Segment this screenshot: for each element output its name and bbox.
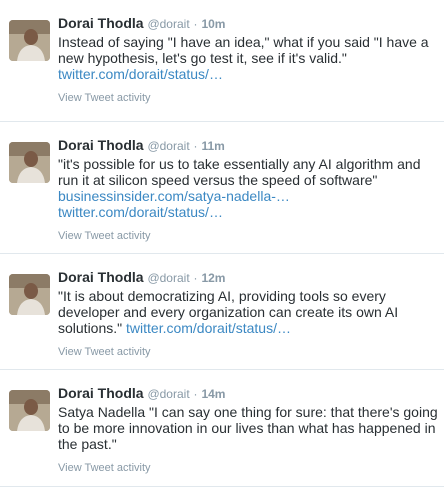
tweet-text: Instead of saying "I have an idea," what… <box>58 34 438 82</box>
author-name[interactable]: Dorai Thodla <box>58 137 144 153</box>
author-name[interactable]: Dorai Thodla <box>58 269 144 285</box>
avatar[interactable] <box>9 20 50 61</box>
author-name[interactable]: Dorai Thodla <box>58 385 144 401</box>
author-handle[interactable]: @dorait <box>147 387 189 401</box>
tweet-text-content: "it's possible for us to take essentiall… <box>58 156 421 188</box>
tweet-link[interactable]: twitter.com/dorait/status/… <box>126 320 291 336</box>
view-tweet-activity-link[interactable]: View Tweet activity <box>58 230 438 242</box>
tweet-link[interactable]: twitter.com/dorait/status/… <box>58 66 223 82</box>
tweet-item[interactable]: Dorai Thodla @dorait · 14m Satya Nadella… <box>0 370 444 487</box>
view-tweet-activity-link[interactable]: View Tweet activity <box>58 346 438 358</box>
tweet-timestamp[interactable]: 10m <box>201 17 225 31</box>
tweet-timestamp[interactable]: 11m <box>201 139 224 153</box>
view-tweet-activity-link[interactable]: View Tweet activity <box>58 92 438 104</box>
tweet-text-content: Satya Nadella "I can say one thing for s… <box>58 404 438 452</box>
separator-dot: · <box>193 271 198 285</box>
tweet-item[interactable]: Dorai Thodla @dorait · 11m "it's possibl… <box>0 122 444 254</box>
tweet-timestamp[interactable]: 12m <box>201 271 225 285</box>
tweet-feed: Dorai Thodla @dorait · 10m Instead of sa… <box>0 0 444 487</box>
author-name[interactable]: Dorai Thodla <box>58 15 144 31</box>
view-tweet-activity-link[interactable]: View Tweet activity <box>58 462 438 474</box>
tweet-text-content: Instead of saying "I have an idea," what… <box>58 34 429 66</box>
tweet-text: "it's possible for us to take essentiall… <box>58 156 438 220</box>
avatar[interactable] <box>9 390 50 431</box>
tweet-item[interactable]: Dorai Thodla @dorait · 12m "It is about … <box>0 254 444 370</box>
avatar[interactable] <box>9 274 50 315</box>
author-handle[interactable]: @dorait <box>147 139 189 153</box>
tweet-timestamp[interactable]: 14m <box>201 387 225 401</box>
avatar[interactable] <box>9 142 50 183</box>
author-handle[interactable]: @dorait <box>147 271 189 285</box>
tweet-text: Satya Nadella "I can say one thing for s… <box>58 404 438 452</box>
author-handle[interactable]: @dorait <box>147 17 189 31</box>
separator-dot: · <box>193 387 198 401</box>
tweet-text: "It is about democratizing AI, providing… <box>58 288 438 336</box>
tweet-link[interactable]: businessinsider.com/satya-nadella-… <box>58 188 290 204</box>
separator-dot: · <box>193 17 198 31</box>
tweet-item[interactable]: Dorai Thodla @dorait · 10m Instead of sa… <box>0 0 444 122</box>
tweet-link[interactable]: twitter.com/dorait/status/… <box>58 204 223 220</box>
separator-dot: · <box>193 139 198 153</box>
